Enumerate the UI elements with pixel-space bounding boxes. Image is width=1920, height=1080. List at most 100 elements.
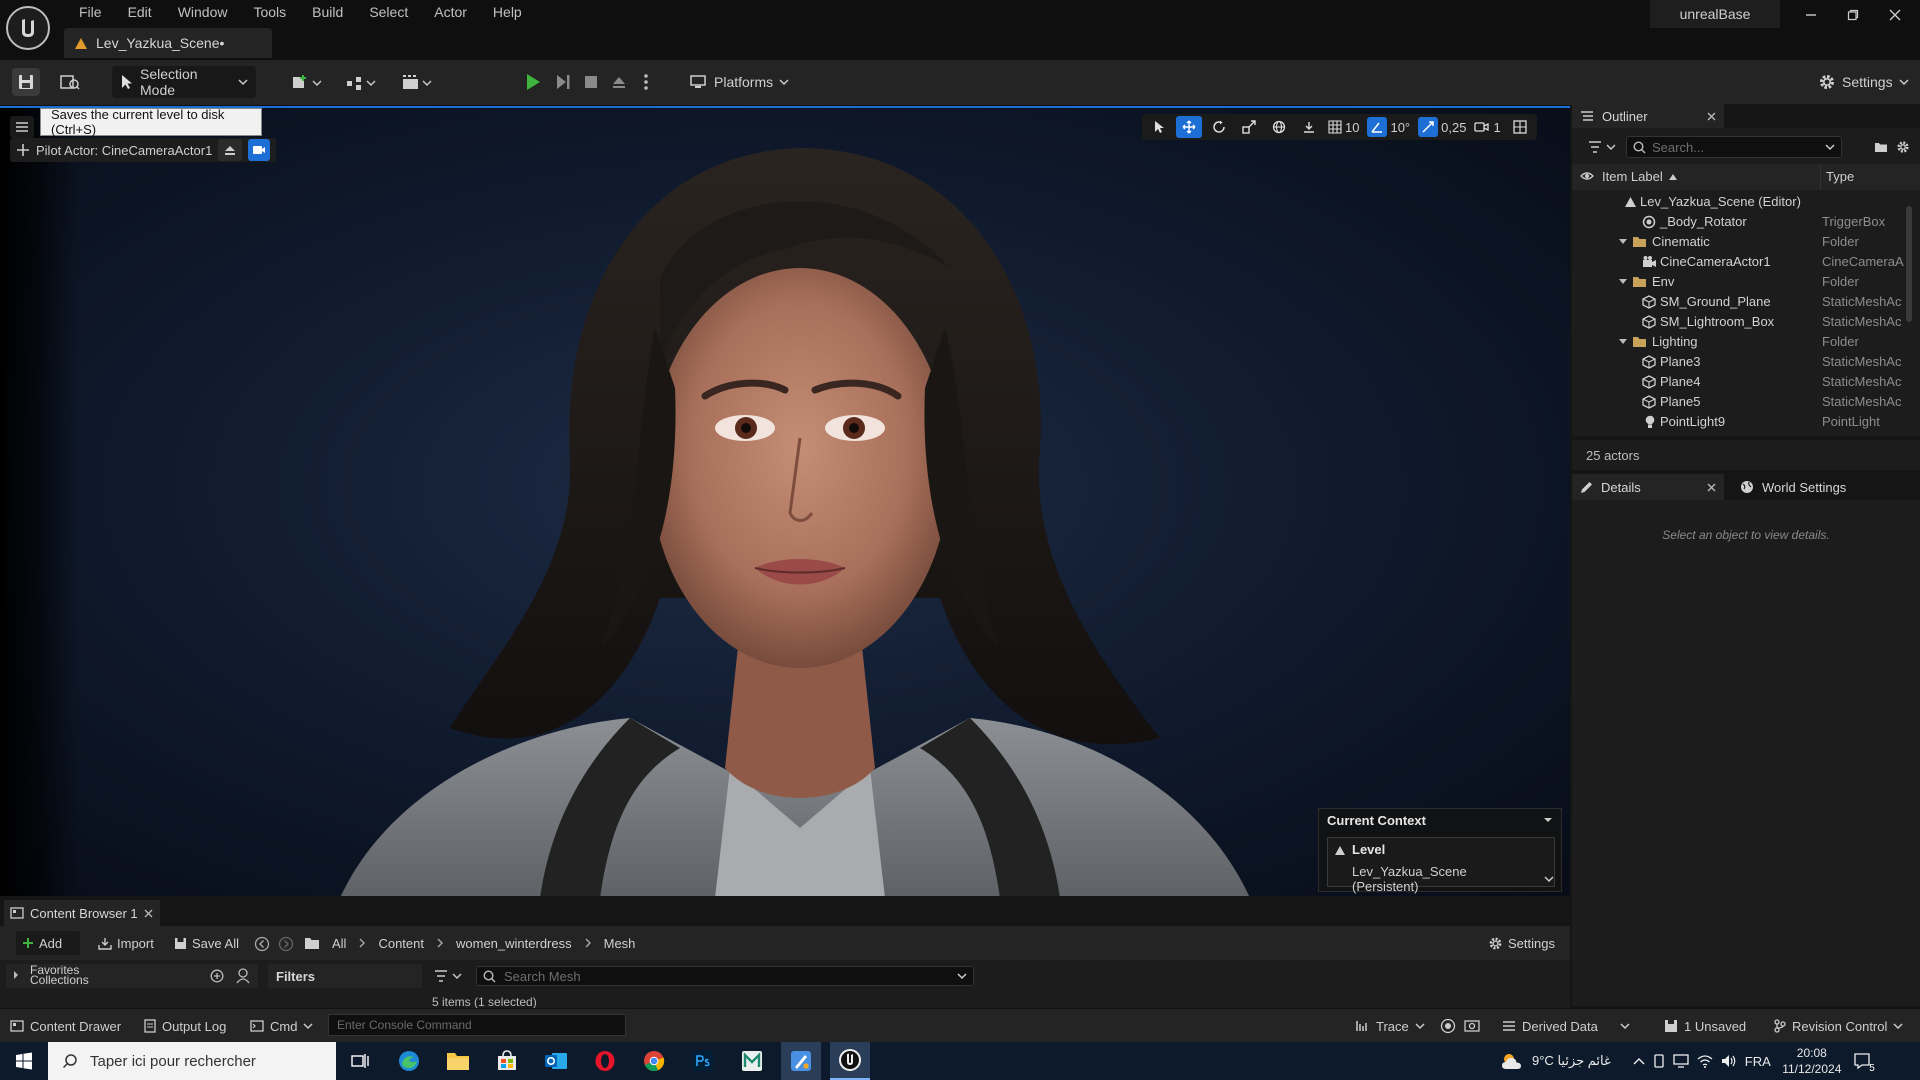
unreal-engine-taskbar-icon[interactable]: [830, 1042, 870, 1080]
outliner-row-cinematic[interactable]: Cinematic Folder: [1572, 232, 1912, 252]
add-folder-icon[interactable]: [1872, 138, 1890, 156]
cmd-dropdown[interactable]: Cmd: [250, 1012, 313, 1040]
outliner-row-pointlight[interactable]: PointLight9 PointLight: [1572, 412, 1912, 432]
play-icon[interactable]: [520, 68, 546, 96]
taskbar-clock[interactable]: 20:08 11/12/2024: [1779, 1045, 1845, 1077]
close-icon[interactable]: [1707, 112, 1716, 121]
revision-control-dropdown[interactable]: Revision Control: [1774, 1012, 1903, 1040]
device-icon[interactable]: [1653, 1054, 1665, 1068]
task-view-icon[interactable]: [340, 1042, 380, 1080]
save-icon[interactable]: [12, 68, 40, 96]
notifications-icon[interactable]: 5: [1853, 1052, 1875, 1074]
console-input[interactable]: Enter Console Command: [328, 1014, 626, 1036]
add-button[interactable]: Add: [16, 931, 80, 955]
scale-snap-toggle[interactable]: 0,25: [1416, 116, 1468, 138]
menu-window[interactable]: Window: [165, 0, 241, 24]
outliner-scrollbar[interactable]: [1906, 206, 1912, 322]
outliner-tab[interactable]: Outliner: [1572, 104, 1724, 128]
advance-frame-icon[interactable]: [550, 68, 576, 96]
breadcrumb-mesh[interactable]: Mesh: [604, 936, 636, 951]
collections-label[interactable]: Collections: [30, 973, 89, 987]
outliner-row-lighting[interactable]: Lighting Folder: [1572, 332, 1912, 352]
camera-speed-toggle[interactable]: 1: [1472, 116, 1502, 138]
outliner-row-env[interactable]: Env Folder: [1572, 272, 1912, 292]
edge-browser-icon[interactable]: [389, 1042, 429, 1080]
opera-browser-icon[interactable]: [585, 1042, 625, 1080]
windows-start-icon[interactable]: [8, 1046, 40, 1076]
add-collection-icon[interactable]: [210, 969, 224, 983]
modeling-app-icon[interactable]: [781, 1042, 821, 1080]
outlook-icon[interactable]: [536, 1042, 576, 1080]
eject-pilot-icon[interactable]: [218, 139, 243, 161]
column-item-label[interactable]: Item Label: [1602, 169, 1677, 184]
cinematics-icon[interactable]: [398, 70, 438, 96]
wifi-icon[interactable]: [1697, 1054, 1713, 1068]
settings-dropdown[interactable]: Settings: [1810, 66, 1910, 98]
gear-icon[interactable]: [1894, 138, 1912, 156]
world-settings-tab[interactable]: World Settings: [1740, 474, 1846, 500]
eye-icon[interactable]: [1580, 170, 1594, 182]
content-browser-tab[interactable]: Content Browser 1: [4, 900, 160, 926]
volume-icon[interactable]: [1721, 1054, 1737, 1068]
taskbar-search-input[interactable]: Taper ici pour rechercher: [48, 1042, 336, 1080]
scale-tool-icon[interactable]: [1236, 116, 1262, 138]
breadcrumb-content[interactable]: Content: [378, 936, 424, 951]
close-icon[interactable]: [1874, 0, 1916, 30]
photoshop-icon[interactable]: [683, 1042, 723, 1080]
menu-file[interactable]: File: [66, 0, 115, 24]
collection-menu-icon[interactable]: [236, 968, 250, 984]
level-tab[interactable]: Lev_Yazkua_Scene•: [64, 28, 272, 58]
microsoft-store-icon[interactable]: [487, 1042, 527, 1080]
unsaved-button[interactable]: 1 Unsaved: [1664, 1012, 1746, 1040]
outliner-row-plane4[interactable]: Plane4 StaticMeshAc: [1572, 372, 1912, 392]
forward-icon[interactable]: [278, 936, 294, 952]
close-icon[interactable]: [1707, 483, 1716, 492]
add-actor-icon[interactable]: [288, 70, 328, 96]
menu-select[interactable]: Select: [356, 0, 421, 24]
record-icon[interactable]: [1440, 1018, 1456, 1034]
chevron-down-icon[interactable]: [1618, 278, 1628, 286]
minimize-icon[interactable]: [1790, 0, 1832, 30]
save-all-button[interactable]: Save All: [168, 931, 245, 955]
unreal-logo-icon[interactable]: [6, 6, 50, 50]
menu-help[interactable]: Help: [480, 0, 535, 24]
browse-icon[interactable]: [56, 68, 84, 96]
selection-mode-dropdown[interactable]: Selection Mode: [112, 66, 256, 98]
outliner-search-input[interactable]: Search...: [1626, 136, 1842, 158]
rotate-tool-icon[interactable]: [1206, 116, 1232, 138]
chevron-up-icon[interactable]: [1633, 1057, 1645, 1065]
platforms-dropdown[interactable]: Platforms: [682, 66, 792, 98]
blueprint-icon[interactable]: [342, 70, 382, 96]
eject-icon[interactable]: [606, 68, 632, 96]
filter-icon[interactable]: [1586, 138, 1620, 156]
outliner-row-plane5[interactable]: Plane5 StaticMeshAc: [1572, 392, 1912, 412]
rotation-snap-toggle[interactable]: 10°: [1365, 116, 1412, 138]
details-tab[interactable]: Details: [1572, 474, 1724, 500]
screenshot-icon[interactable]: [1464, 1018, 1480, 1032]
outliner-row-cinecamera[interactable]: CineCameraActor1 CineCameraA: [1572, 252, 1912, 272]
outliner-row-plane3[interactable]: Plane3 StaticMeshAc: [1572, 352, 1912, 372]
level-viewport[interactable]: Saves the current level to disk (Ctrl+S)…: [0, 106, 1570, 896]
content-drawer-button[interactable]: Content Drawer: [10, 1012, 121, 1040]
file-explorer-icon[interactable]: [438, 1042, 478, 1080]
outliner-row-level[interactable]: Lev_Yazkua_Scene (Editor): [1572, 192, 1912, 212]
more-options-icon[interactable]: [636, 68, 656, 96]
translate-tool-icon[interactable]: [1176, 116, 1202, 138]
grid-snap-toggle[interactable]: 10: [1326, 116, 1361, 138]
filter-icon[interactable]: [434, 969, 464, 983]
chevron-down-icon[interactable]: [1541, 813, 1555, 827]
surface-snap-icon[interactable]: [1296, 116, 1322, 138]
menu-tools[interactable]: Tools: [240, 0, 299, 24]
close-icon[interactable]: [144, 909, 153, 918]
select-tool-icon[interactable]: [1146, 116, 1172, 138]
outliner-row-body-rotator[interactable]: _Body_Rotator TriggerBox: [1572, 212, 1912, 232]
back-icon[interactable]: [254, 936, 270, 952]
import-button[interactable]: Import: [92, 931, 160, 955]
world-space-icon[interactable]: [1266, 116, 1292, 138]
content-search-input[interactable]: Search Mesh: [476, 966, 974, 986]
menu-edit[interactable]: Edit: [115, 0, 165, 24]
menu-actor[interactable]: Actor: [421, 0, 480, 24]
output-log-button[interactable]: Output Log: [144, 1012, 226, 1040]
trace-dropdown[interactable]: Trace: [1356, 1012, 1425, 1040]
restore-icon[interactable]: [1832, 0, 1874, 30]
